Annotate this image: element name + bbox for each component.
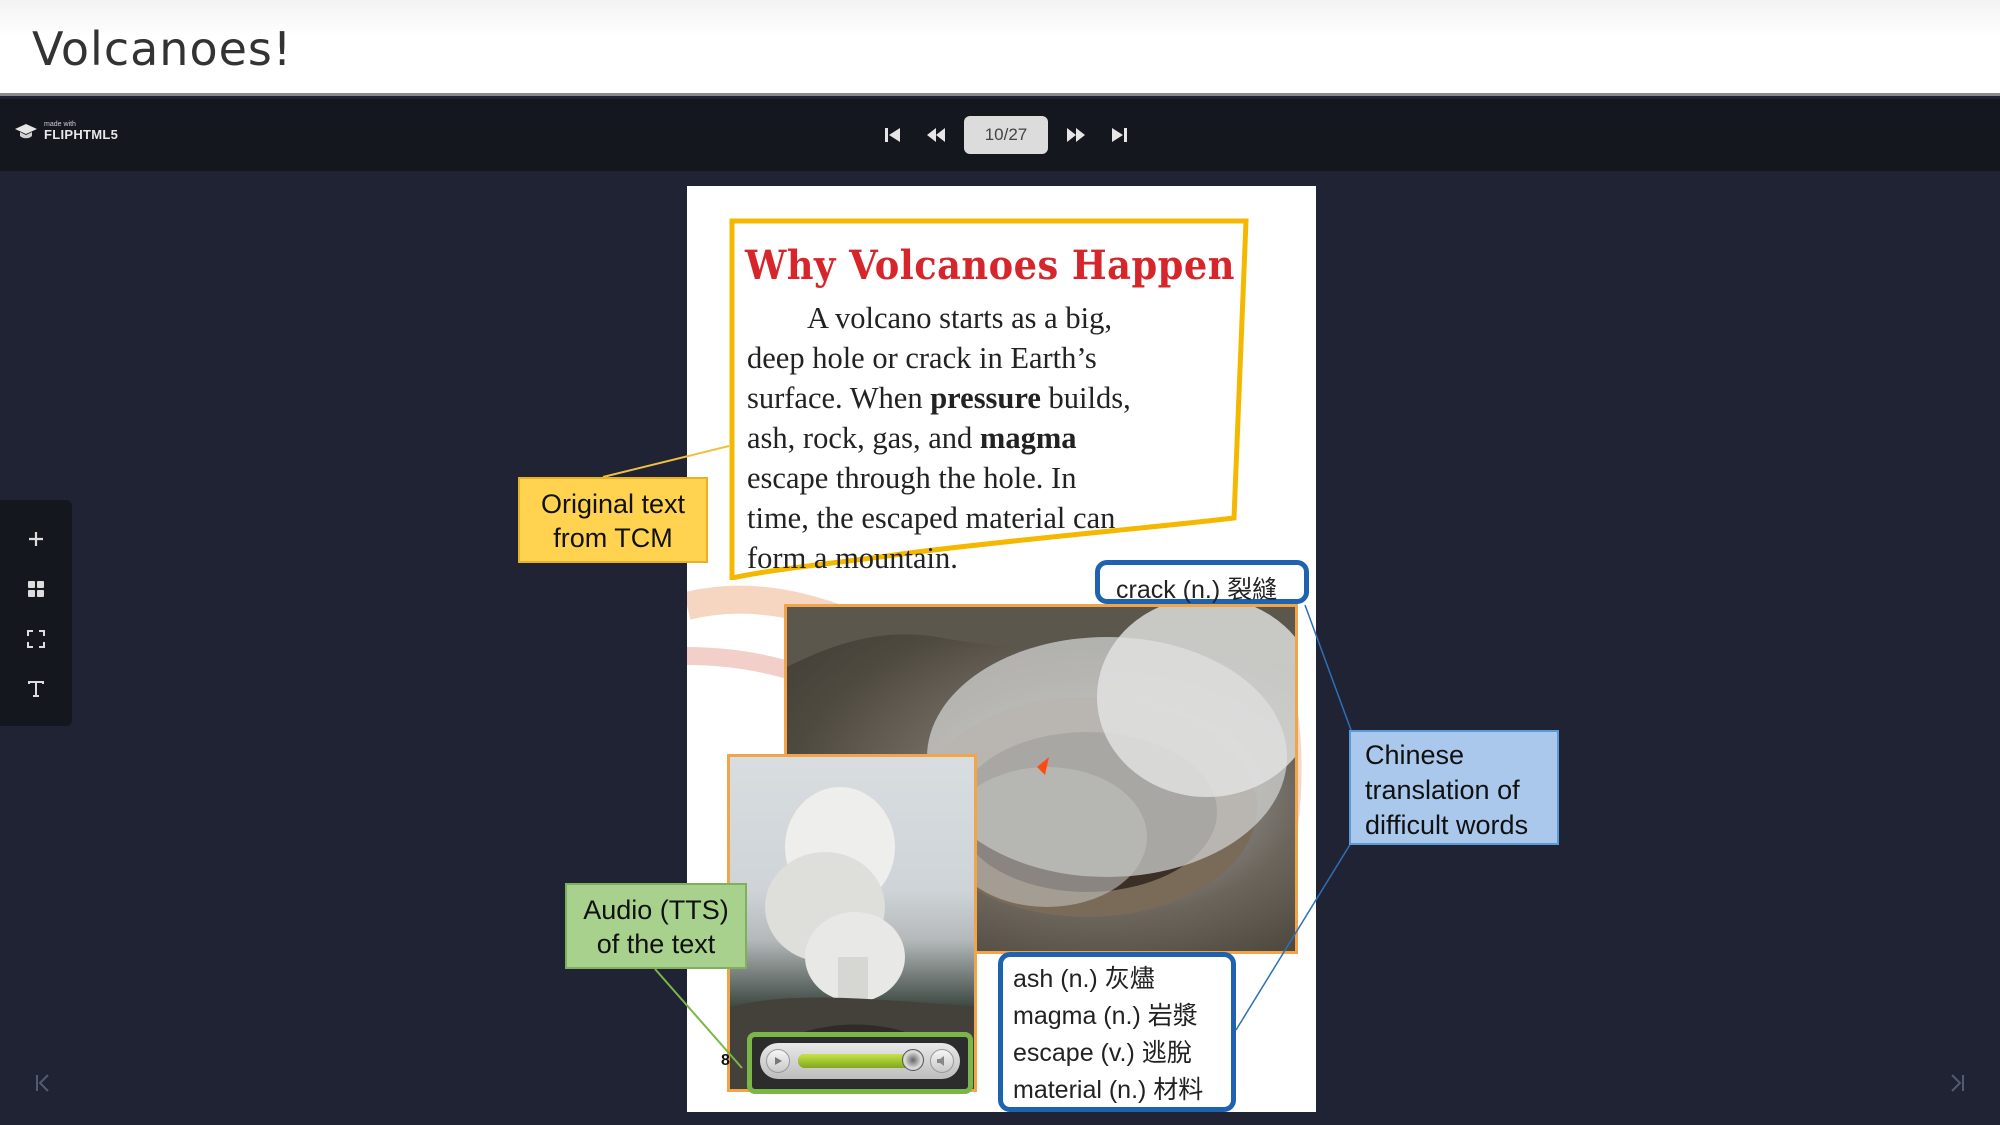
text-mode-button[interactable] xyxy=(16,668,56,710)
body-text: surface. When xyxy=(747,381,931,415)
body-line: deep hole or crack in Earth’s xyxy=(747,341,1097,375)
original-text-note: Original text from TCM xyxy=(518,477,708,563)
viewer-toolbar: made with FLIPHTML5 10/27 xyxy=(0,99,2000,171)
body-text: builds, xyxy=(1040,381,1131,415)
zoom-in-button[interactable] xyxy=(16,518,56,560)
side-toolbar xyxy=(0,500,72,726)
page-body-text: A volcano starts as a big, deep hole or … xyxy=(747,298,1247,578)
grid-icon xyxy=(28,581,44,597)
first-page-button[interactable] xyxy=(870,115,914,155)
note-line: translation of xyxy=(1365,775,1520,805)
body-line: A volcano starts as a big, xyxy=(807,301,1112,335)
body-line: escape through the hole. In xyxy=(747,461,1077,495)
fullscreen-button[interactable] xyxy=(16,618,56,660)
volume-button[interactable] xyxy=(930,1049,954,1073)
last-page-button[interactable] xyxy=(1098,115,1142,155)
vocab-crack: crack (n.) 裂縫 xyxy=(1095,560,1309,604)
body-text: ash, rock, gas, and xyxy=(747,421,980,455)
play-button[interactable] xyxy=(766,1049,790,1073)
vocab-item: escape (v.) 逃脫 xyxy=(1013,1039,1192,1067)
audio-note: Audio (TTS) of the text xyxy=(565,883,747,969)
note-line: difficult words xyxy=(1365,810,1529,840)
page-navigation: 10/27 xyxy=(870,115,1142,155)
body-line: surface. When pressure builds, xyxy=(747,378,1247,418)
audio-progress-handle[interactable] xyxy=(902,1049,925,1071)
play-icon xyxy=(775,1057,782,1065)
audio-player xyxy=(747,1032,973,1094)
text-icon xyxy=(28,681,44,697)
thumbnails-button[interactable] xyxy=(16,568,56,610)
last-page-edge-button[interactable] xyxy=(1942,1068,1972,1098)
last-page-edge-icon xyxy=(1951,1074,1964,1092)
note-line: Original text xyxy=(540,489,686,519)
page-number: 8 xyxy=(721,1052,730,1069)
vocab-item: ash (n.) 灰燼 xyxy=(1013,965,1155,993)
fast-forward-icon xyxy=(1067,128,1085,142)
note-line: Audio (TTS) xyxy=(583,895,729,925)
first-page-edge-button[interactable] xyxy=(28,1068,58,1098)
first-page-icon xyxy=(885,128,900,142)
first-page-edge-icon xyxy=(36,1074,49,1092)
page-number-input[interactable]: 10/27 xyxy=(964,116,1048,154)
fullscreen-icon xyxy=(27,630,45,648)
note-line: of the text xyxy=(596,929,716,959)
fliphtml5-logo[interactable]: made with FLIPHTML5 xyxy=(14,121,118,141)
rewind-icon xyxy=(927,128,945,142)
keyword-magma: magma xyxy=(979,421,1077,455)
plus-icon xyxy=(29,532,43,546)
keyword-pressure: pressure xyxy=(930,381,1041,415)
audio-progress-fill xyxy=(798,1054,914,1068)
note-line: Chinese xyxy=(1365,740,1465,770)
page-heading: Why Volcanoes Happen xyxy=(745,242,1235,289)
graduation-cap-icon xyxy=(15,124,37,139)
title-bar: Volcanoes! xyxy=(0,0,2000,96)
vocab-list: ash (n.) 灰燼 magma (n.) 岩漿 escape (v.) 逃脫… xyxy=(998,952,1236,1112)
audio-progress-bar[interactable] xyxy=(798,1049,925,1071)
vocab-item: magma (n.) 岩漿 xyxy=(1013,1002,1198,1030)
body-line: time, the escaped material can xyxy=(747,501,1116,535)
previous-page-button[interactable] xyxy=(914,115,958,155)
next-page-button[interactable] xyxy=(1054,115,1098,155)
translation-note: Chinese translation of difficult words xyxy=(1349,730,1559,845)
note-line: from TCM xyxy=(553,523,673,553)
last-page-icon xyxy=(1112,128,1127,142)
body-line: ash, rock, gas, and magma xyxy=(747,418,1247,458)
book-title: Volcanoes! xyxy=(32,22,293,76)
logo-text: FLIPHTML5 xyxy=(44,127,119,142)
vocab-item: material (n.) 材料 xyxy=(1013,1076,1204,1104)
volume-icon xyxy=(937,1056,944,1066)
